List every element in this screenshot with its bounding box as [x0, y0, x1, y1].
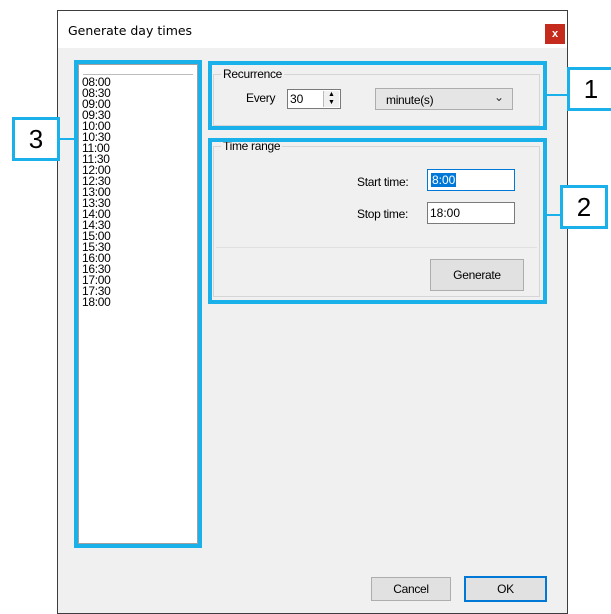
- cancel-button[interactable]: Cancel: [371, 577, 451, 601]
- callout-3-connector: [58, 138, 74, 140]
- close-button[interactable]: x: [545, 24, 565, 44]
- highlight-box-2: [208, 138, 547, 304]
- callout-2-connector: [547, 214, 561, 216]
- callout-1-connector: [547, 94, 567, 96]
- dialog-title: Generate day times: [68, 23, 193, 38]
- callout-2: 2: [560, 185, 608, 229]
- ok-button[interactable]: OK: [464, 576, 547, 602]
- highlight-box-1: [208, 61, 547, 130]
- highlight-box-3: [74, 60, 202, 548]
- callout-1: 1: [567, 67, 611, 111]
- title-bar[interactable]: Generate day times x: [58, 11, 567, 48]
- close-icon: x: [551, 28, 559, 40]
- callout-3: 3: [12, 117, 60, 161]
